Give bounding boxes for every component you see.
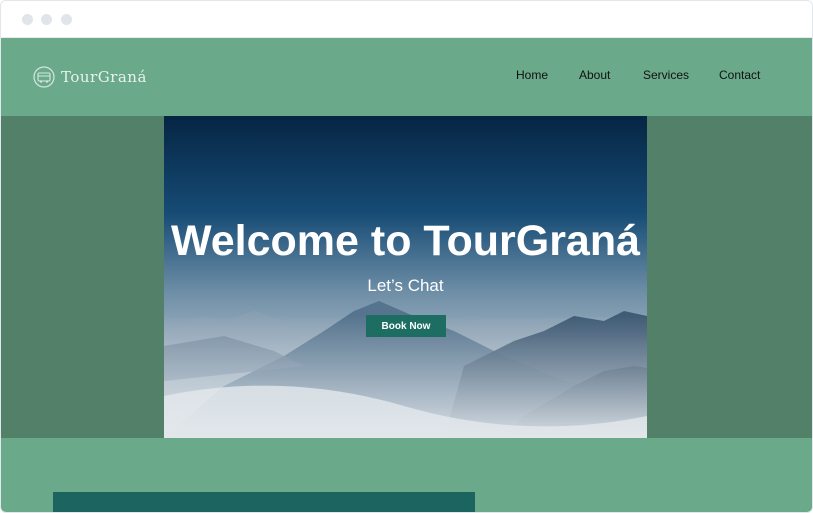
website-page: TourGraná Home About Services Contact We… bbox=[1, 38, 812, 512]
nav-home[interactable]: Home bbox=[516, 68, 548, 82]
browser-window: TourGraná Home About Services Contact We… bbox=[0, 0, 813, 513]
book-now-button[interactable]: Book Now bbox=[366, 315, 446, 337]
nav-services[interactable]: Services bbox=[643, 68, 689, 82]
site-header: TourGraná Home About Services Contact bbox=[1, 38, 812, 116]
window-minimize-dot[interactable] bbox=[41, 14, 52, 25]
nav-about[interactable]: About bbox=[579, 68, 610, 82]
window-close-dot[interactable] bbox=[22, 14, 33, 25]
content-section-block bbox=[53, 492, 475, 512]
browser-titlebar bbox=[1, 1, 812, 38]
main-nav: Home About Services Contact bbox=[1, 68, 812, 88]
window-maximize-dot[interactable] bbox=[61, 14, 72, 25]
hero-title: Welcome to TourGraná bbox=[170, 217, 641, 265]
hero-section: Welcome to TourGraná Let’s Chat Book Now bbox=[164, 116, 647, 438]
hero-subtitle: Let’s Chat bbox=[367, 276, 444, 295]
nav-contact[interactable]: Contact bbox=[719, 68, 760, 82]
